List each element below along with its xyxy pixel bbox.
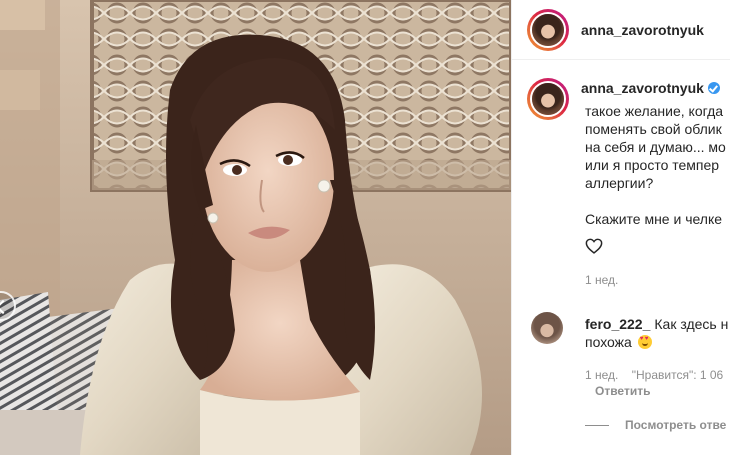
post-photo[interactable] — [0, 0, 511, 455]
view-replies-label: Посмотреть отве — [625, 418, 727, 432]
caption-line: или я просто темпер — [585, 157, 720, 173]
post-sidebar: anna_zavorotnyuk anna_zavorotnyuk такое … — [511, 0, 730, 455]
comment-body: fero_222_ Как здесь н похожа — [585, 315, 730, 351]
photo-illustration — [0, 0, 511, 455]
comment-username[interactable]: fero_222_ — [585, 316, 650, 332]
reply-button[interactable]: Ответить — [595, 383, 730, 399]
header-username[interactable]: anna_zavorotnyuk — [581, 22, 704, 38]
post-header: anna_zavorotnyuk — [512, 0, 730, 60]
verified-badge-icon — [707, 82, 720, 94]
caption-line: поменять свой облик — [585, 121, 722, 137]
avatar[interactable] — [530, 81, 566, 117]
divider — [585, 424, 609, 426]
caption-line: такое желание, когда — [585, 103, 724, 119]
caption-like-button[interactable] — [585, 238, 603, 254]
caption-avatar-ring[interactable] — [527, 78, 569, 120]
header-avatar-ring[interactable] — [527, 8, 569, 51]
view-replies-button[interactable]: Посмотреть отве — [585, 418, 726, 432]
comment-meta: 1 нед. "Нравится": 1 06 Ответить — [585, 367, 730, 399]
caption-line: аллергии? — [585, 175, 654, 191]
avatar[interactable] — [531, 312, 563, 344]
comment-likes-count[interactable]: "Нравится": 1 06 — [632, 368, 724, 382]
comment-text-line: похожа — [585, 334, 632, 350]
caption-username[interactable]: anna_zavorotnyuk — [581, 80, 704, 96]
heart-icon — [585, 238, 603, 254]
caption-timestamp[interactable]: 1 нед. — [585, 273, 618, 287]
post-caption: такое желание, когда поменять свой облик… — [585, 102, 730, 228]
caption-line: Скажите мне и челке — [585, 211, 723, 227]
heart-eyes-emoji-icon — [637, 335, 652, 349]
caption-line: на себя и думаю... мо — [585, 139, 726, 155]
avatar[interactable] — [530, 11, 566, 48]
comment-text-line: Как здесь н — [654, 316, 729, 332]
comment-timestamp[interactable]: 1 нед. — [585, 368, 618, 382]
